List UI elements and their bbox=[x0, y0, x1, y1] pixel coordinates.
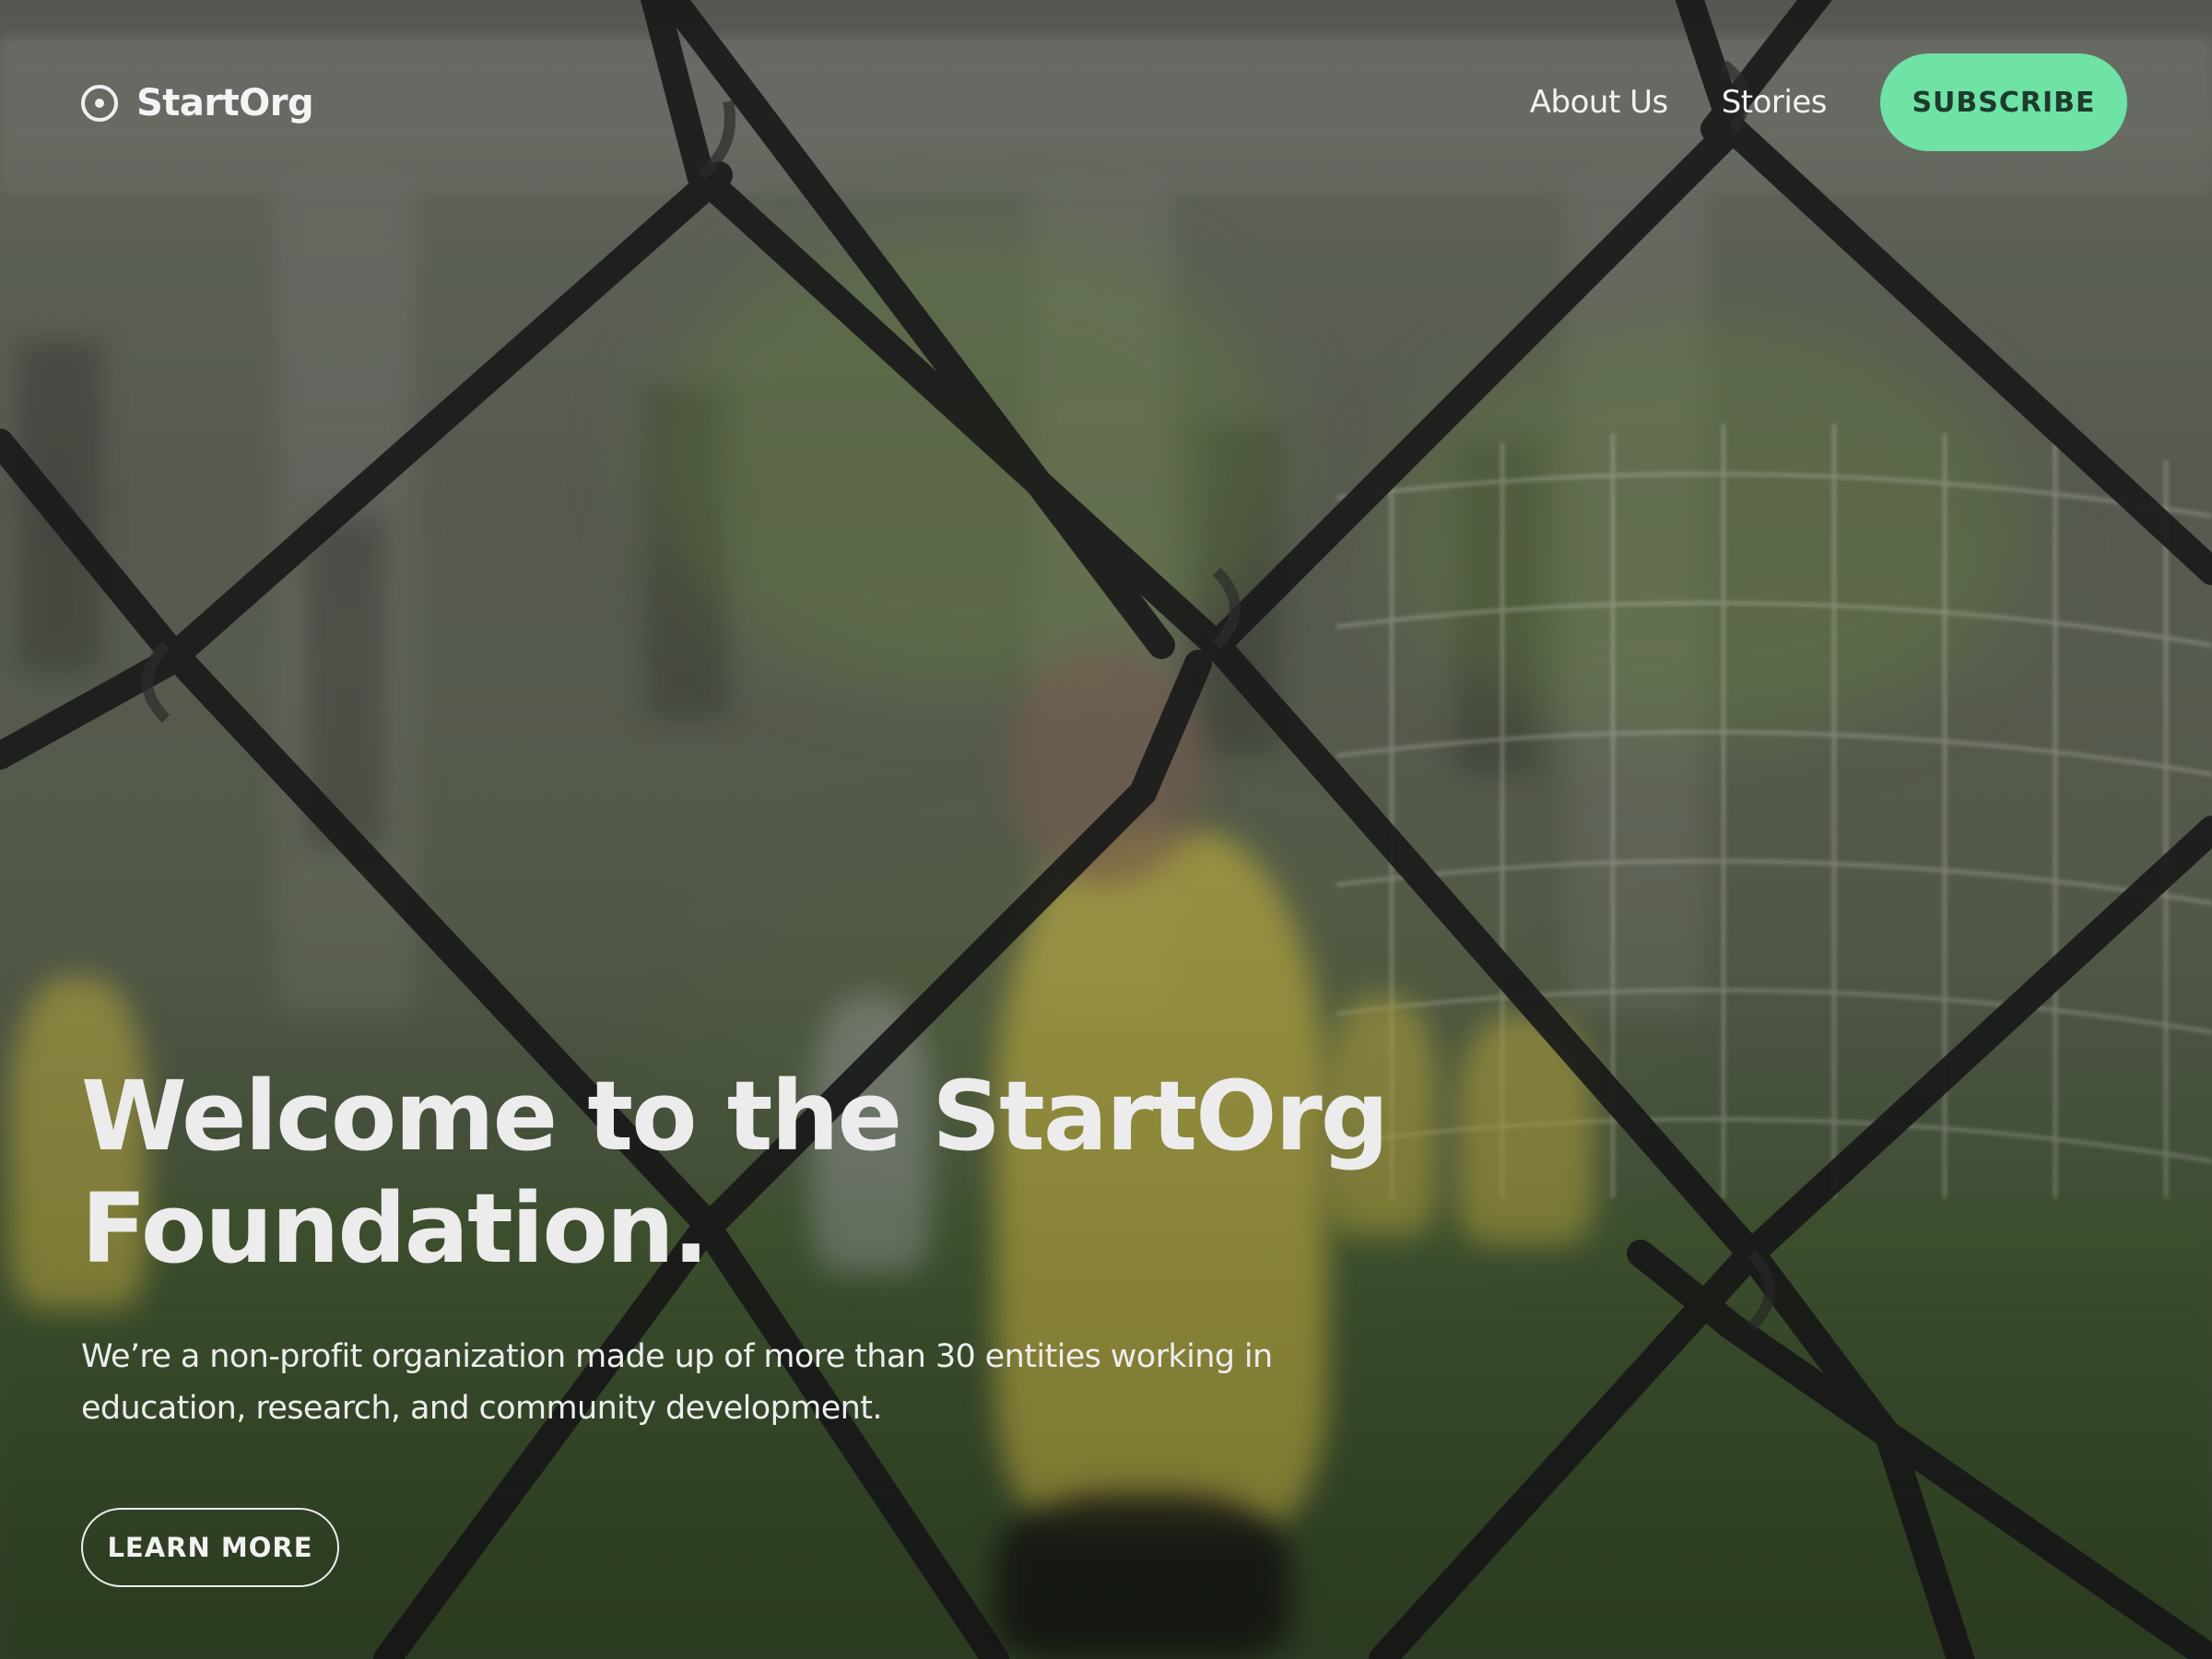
site-header: StartOrg About Us Stories SUBSCRIBE bbox=[0, 0, 2212, 206]
hero-section: Welcome to the StartOrg Foundation. We’r… bbox=[81, 1060, 1464, 1587]
hero-title-line-2: Foundation. bbox=[81, 1172, 709, 1285]
nav-link-about-us[interactable]: About Us bbox=[1530, 53, 1668, 151]
subscribe-button[interactable]: SUBSCRIBE bbox=[1880, 53, 2127, 151]
brand-name: StartOrg bbox=[136, 82, 314, 124]
target-circle-icon bbox=[81, 85, 118, 122]
brand-logo-link[interactable]: StartOrg bbox=[81, 81, 314, 125]
main-nav: About Us Stories SUBSCRIBE bbox=[1530, 53, 2127, 151]
hero-title: Welcome to the StartOrg Foundation. bbox=[81, 1060, 1464, 1285]
learn-more-button[interactable]: LEARN MORE bbox=[81, 1508, 339, 1587]
nav-link-stories[interactable]: Stories bbox=[1722, 53, 1828, 151]
hero-description: We’re a non-profit organization made up … bbox=[81, 1338, 1273, 1427]
hero-title-line-1: Welcome to the StartOrg bbox=[81, 1060, 1389, 1172]
